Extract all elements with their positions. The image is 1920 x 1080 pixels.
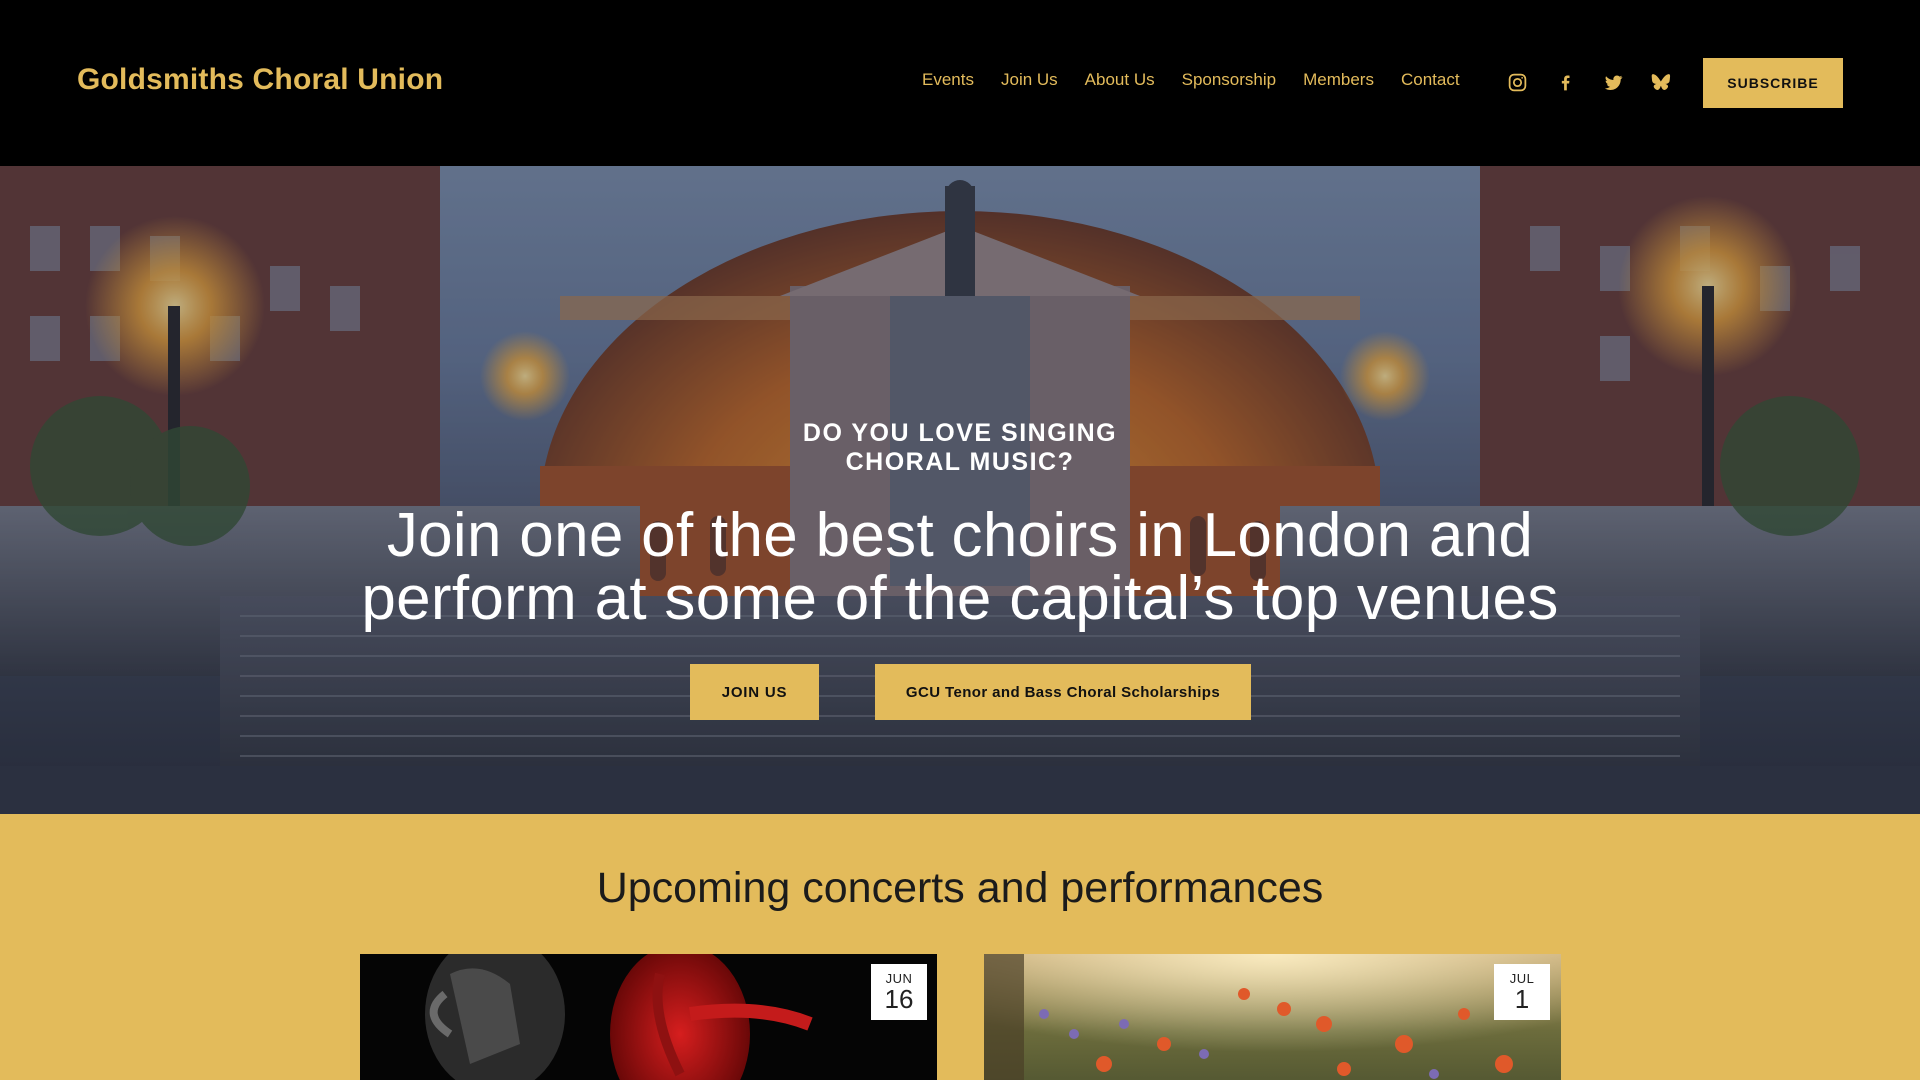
instagram-icon[interactable] [1505,70,1529,94]
nav-events[interactable]: Events [922,70,974,90]
hero-eyebrow: DO YOU LOVE SINGING CHORAL MUSIC? [0,419,1920,477]
event-image [984,954,1561,1080]
social-links [1505,70,1673,94]
site-title-link[interactable]: Goldsmiths Choral Union [77,63,443,97]
event-image [425,954,813,1080]
nav-contact[interactable]: Contact [1401,70,1460,90]
nav-about-us[interactable]: About Us [1085,70,1155,90]
hero-section: DO YOU LOVE SINGING CHORAL MUSIC? Join o… [0,166,1920,814]
event-day: 16 [884,984,914,1014]
main-nav: Events Join Us About Us Sponsorship Memb… [922,70,1460,90]
nav-join-us[interactable]: Join Us [1001,70,1058,90]
event-date-badge: JUN 16 [871,964,927,1020]
hero-headline-line-2: perform at some of the capital’s top ven… [361,564,1559,633]
hero-headline: Join one of the best choirs in London an… [0,504,1920,630]
event-card[interactable]: JUL 1 [984,954,1561,1080]
event-day: 1 [1514,984,1530,1014]
facebook-icon[interactable] [1553,70,1577,94]
nav-members[interactable]: Members [1303,70,1374,90]
event-card[interactable]: JUN 16 [360,954,937,1080]
upcoming-section: Upcoming concerts and performances JUN 1… [0,814,1920,1080]
join-us-button[interactable]: JOIN US [690,664,819,720]
scholarships-button[interactable]: GCU Tenor and Bass Choral Scholarships [875,664,1251,720]
hero-headline-line-1: Join one of the best choirs in London an… [386,501,1534,570]
subscribe-button[interactable]: SUBSCRIBE [1703,58,1843,108]
hero-eyebrow-line-1: DO YOU LOVE SINGING [802,419,1118,447]
event-date-badge: JUL 1 [1494,964,1550,1020]
nav-sponsorship[interactable]: Sponsorship [1182,70,1277,90]
site-header: Goldsmiths Choral Union Events Join Us A… [0,0,1920,166]
bluesky-icon[interactable] [1649,70,1673,94]
twitter-icon[interactable] [1601,70,1625,94]
hero-eyebrow-line-2: CHORAL MUSIC? [845,448,1075,476]
section-title: Upcoming concerts and performances [596,864,1324,912]
